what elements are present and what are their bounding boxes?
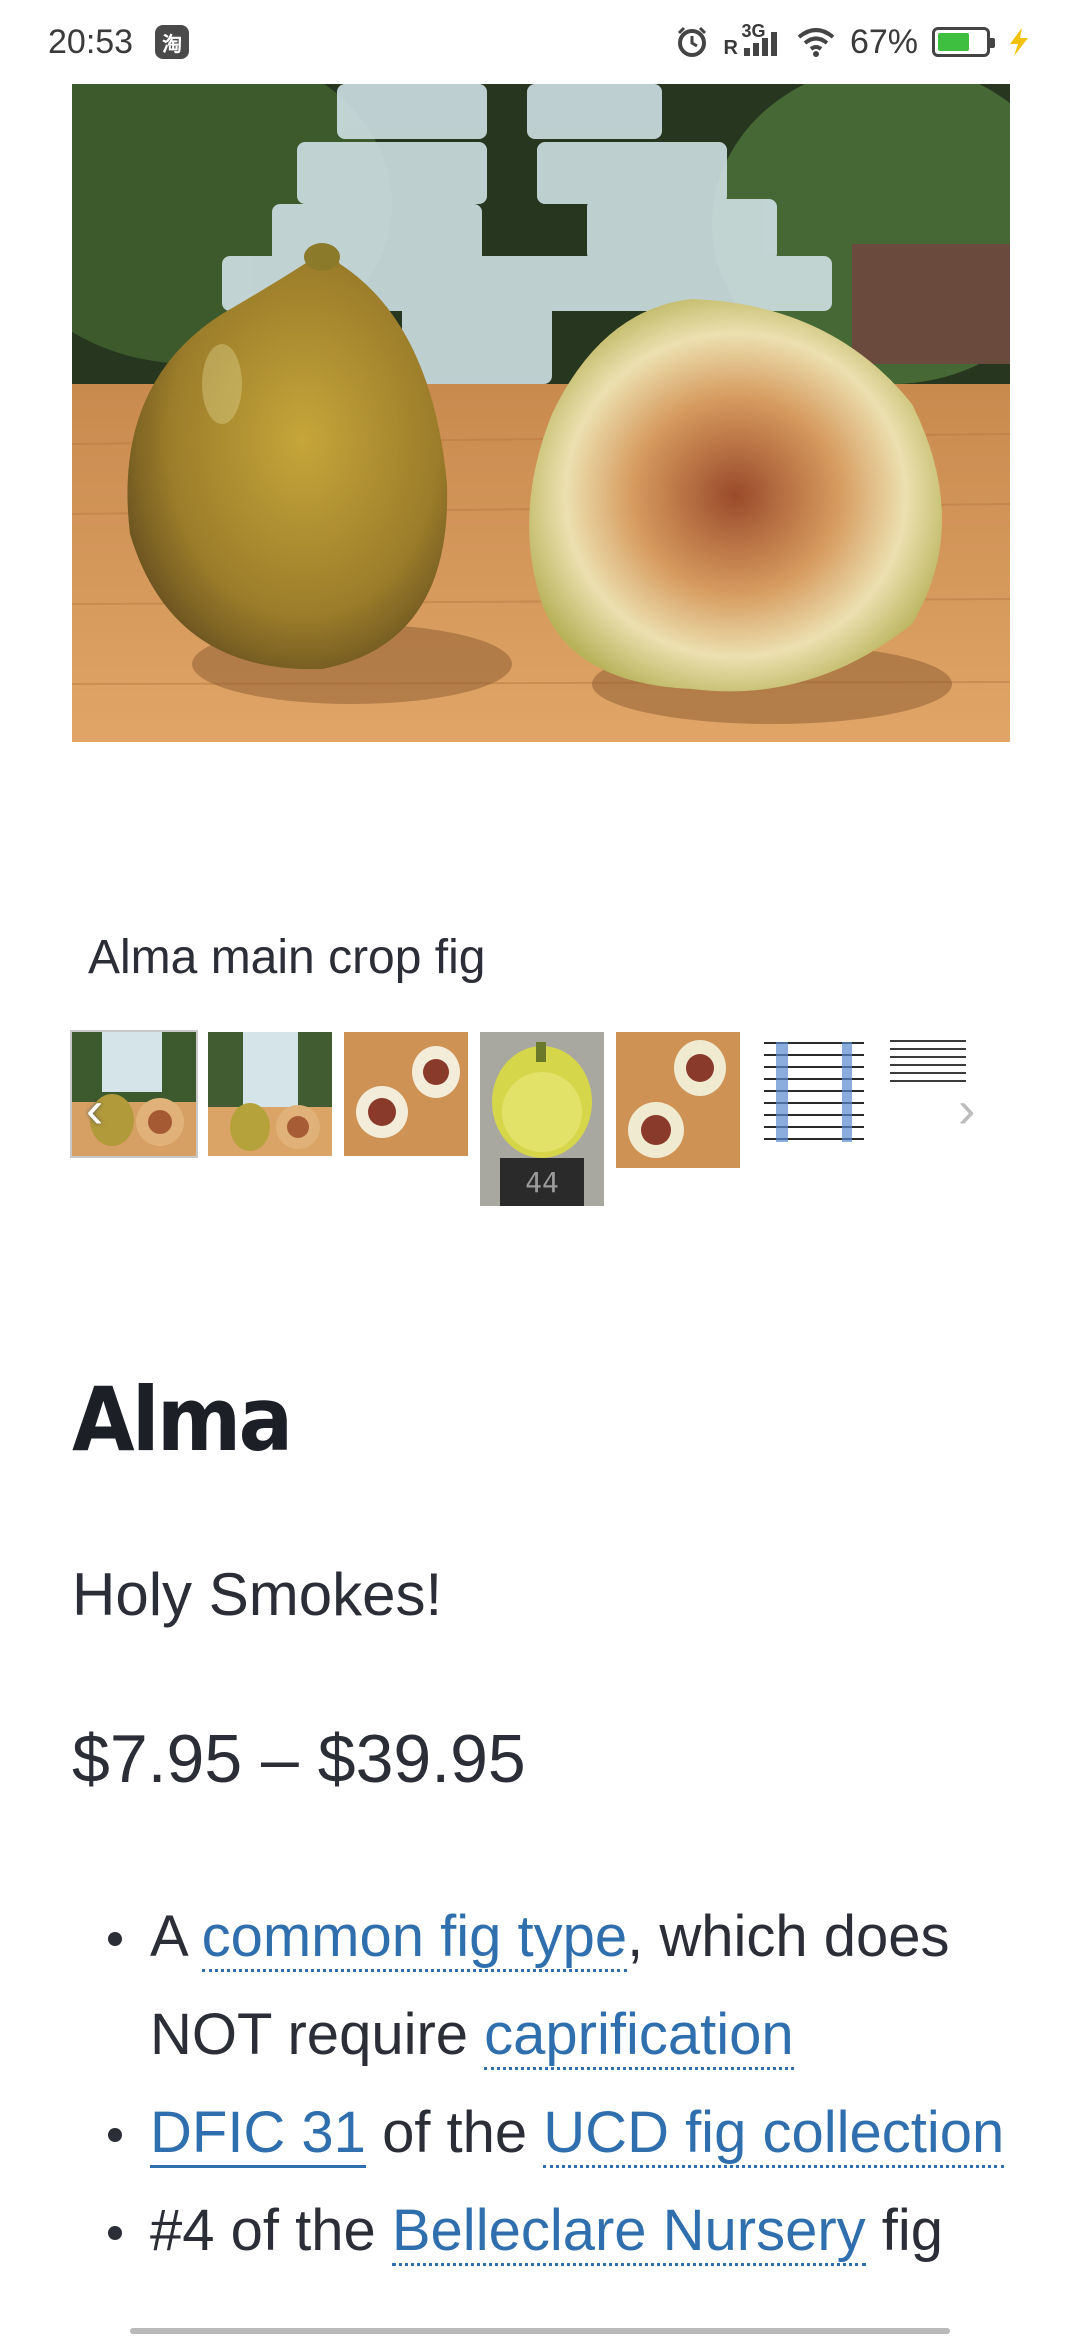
ucd-fig-collection-link[interactable]: UCD fig collection xyxy=(543,2100,1005,2168)
feature-text: fig xyxy=(865,2198,944,2263)
gallery-next-arrow-icon[interactable]: › xyxy=(958,1084,975,1136)
alarm-icon xyxy=(675,25,709,59)
feature-list: A common fig type, which does NOT requir… xyxy=(72,1888,1032,2280)
thumbnail-item[interactable] xyxy=(344,1032,468,1156)
feature-item: A common fig type, which does NOT requir… xyxy=(72,1888,1032,2084)
status-bar: 20:53 淘 R 3G 67% xyxy=(0,0,1080,84)
common-fig-type-link[interactable]: common fig type xyxy=(201,1904,628,1972)
thumbnail-item[interactable]: 44 xyxy=(480,1032,604,1206)
feature-text: of the xyxy=(365,2100,544,2165)
gallery-prev-arrow-icon[interactable]: ‹ xyxy=(86,1084,103,1136)
feature-item: DFIC 31 of the UCD fig collection xyxy=(72,2084,1032,2182)
scale-reading: 44 xyxy=(525,1166,559,1199)
network-label: 3G xyxy=(741,20,766,41)
caprification-link[interactable]: caprification xyxy=(484,2002,794,2070)
battery-icon xyxy=(932,27,995,57)
signal-icon: R 3G xyxy=(723,21,781,60)
battery-level-fill xyxy=(938,33,969,51)
dfic-31-link[interactable]: DFIC 31 xyxy=(150,2100,366,2168)
thumbnail-item[interactable] xyxy=(888,1032,968,1092)
feature-item: #4 of the Belleclare Nursery fig xyxy=(72,2182,1032,2280)
thumbnail-item[interactable] xyxy=(616,1032,740,1168)
status-left: 20:53 淘 xyxy=(48,22,190,62)
wifi-icon xyxy=(796,26,836,58)
belleclare-nursery-link[interactable]: Belleclare Nursery xyxy=(391,2198,866,2266)
product-price-range: $7.95 – $39.95 xyxy=(72,1721,526,1797)
app-notification-icon: 淘 xyxy=(155,25,190,59)
thumbnail-item[interactable] xyxy=(208,1032,332,1156)
battery-percent: 67% xyxy=(849,22,918,61)
status-time: 20:53 xyxy=(48,22,134,61)
roaming-label: R xyxy=(723,36,738,59)
gallery-caption: Alma main crop fig xyxy=(88,931,486,984)
feature-text: A xyxy=(150,1904,202,1969)
status-right: R 3G 67% xyxy=(675,21,1032,62)
scroll-indicator xyxy=(130,2328,950,2334)
product-main-image[interactable] xyxy=(72,84,1010,742)
product-title: Alma xyxy=(72,1368,293,1471)
product-subtitle: Holy Smokes! xyxy=(72,1561,443,1628)
thumbnail-item[interactable] xyxy=(752,1032,876,1156)
charging-icon xyxy=(1004,26,1032,58)
feature-text: #4 of the xyxy=(150,2198,392,2263)
thumbnail-strip: ‹ 44 › xyxy=(70,1030,1010,1212)
